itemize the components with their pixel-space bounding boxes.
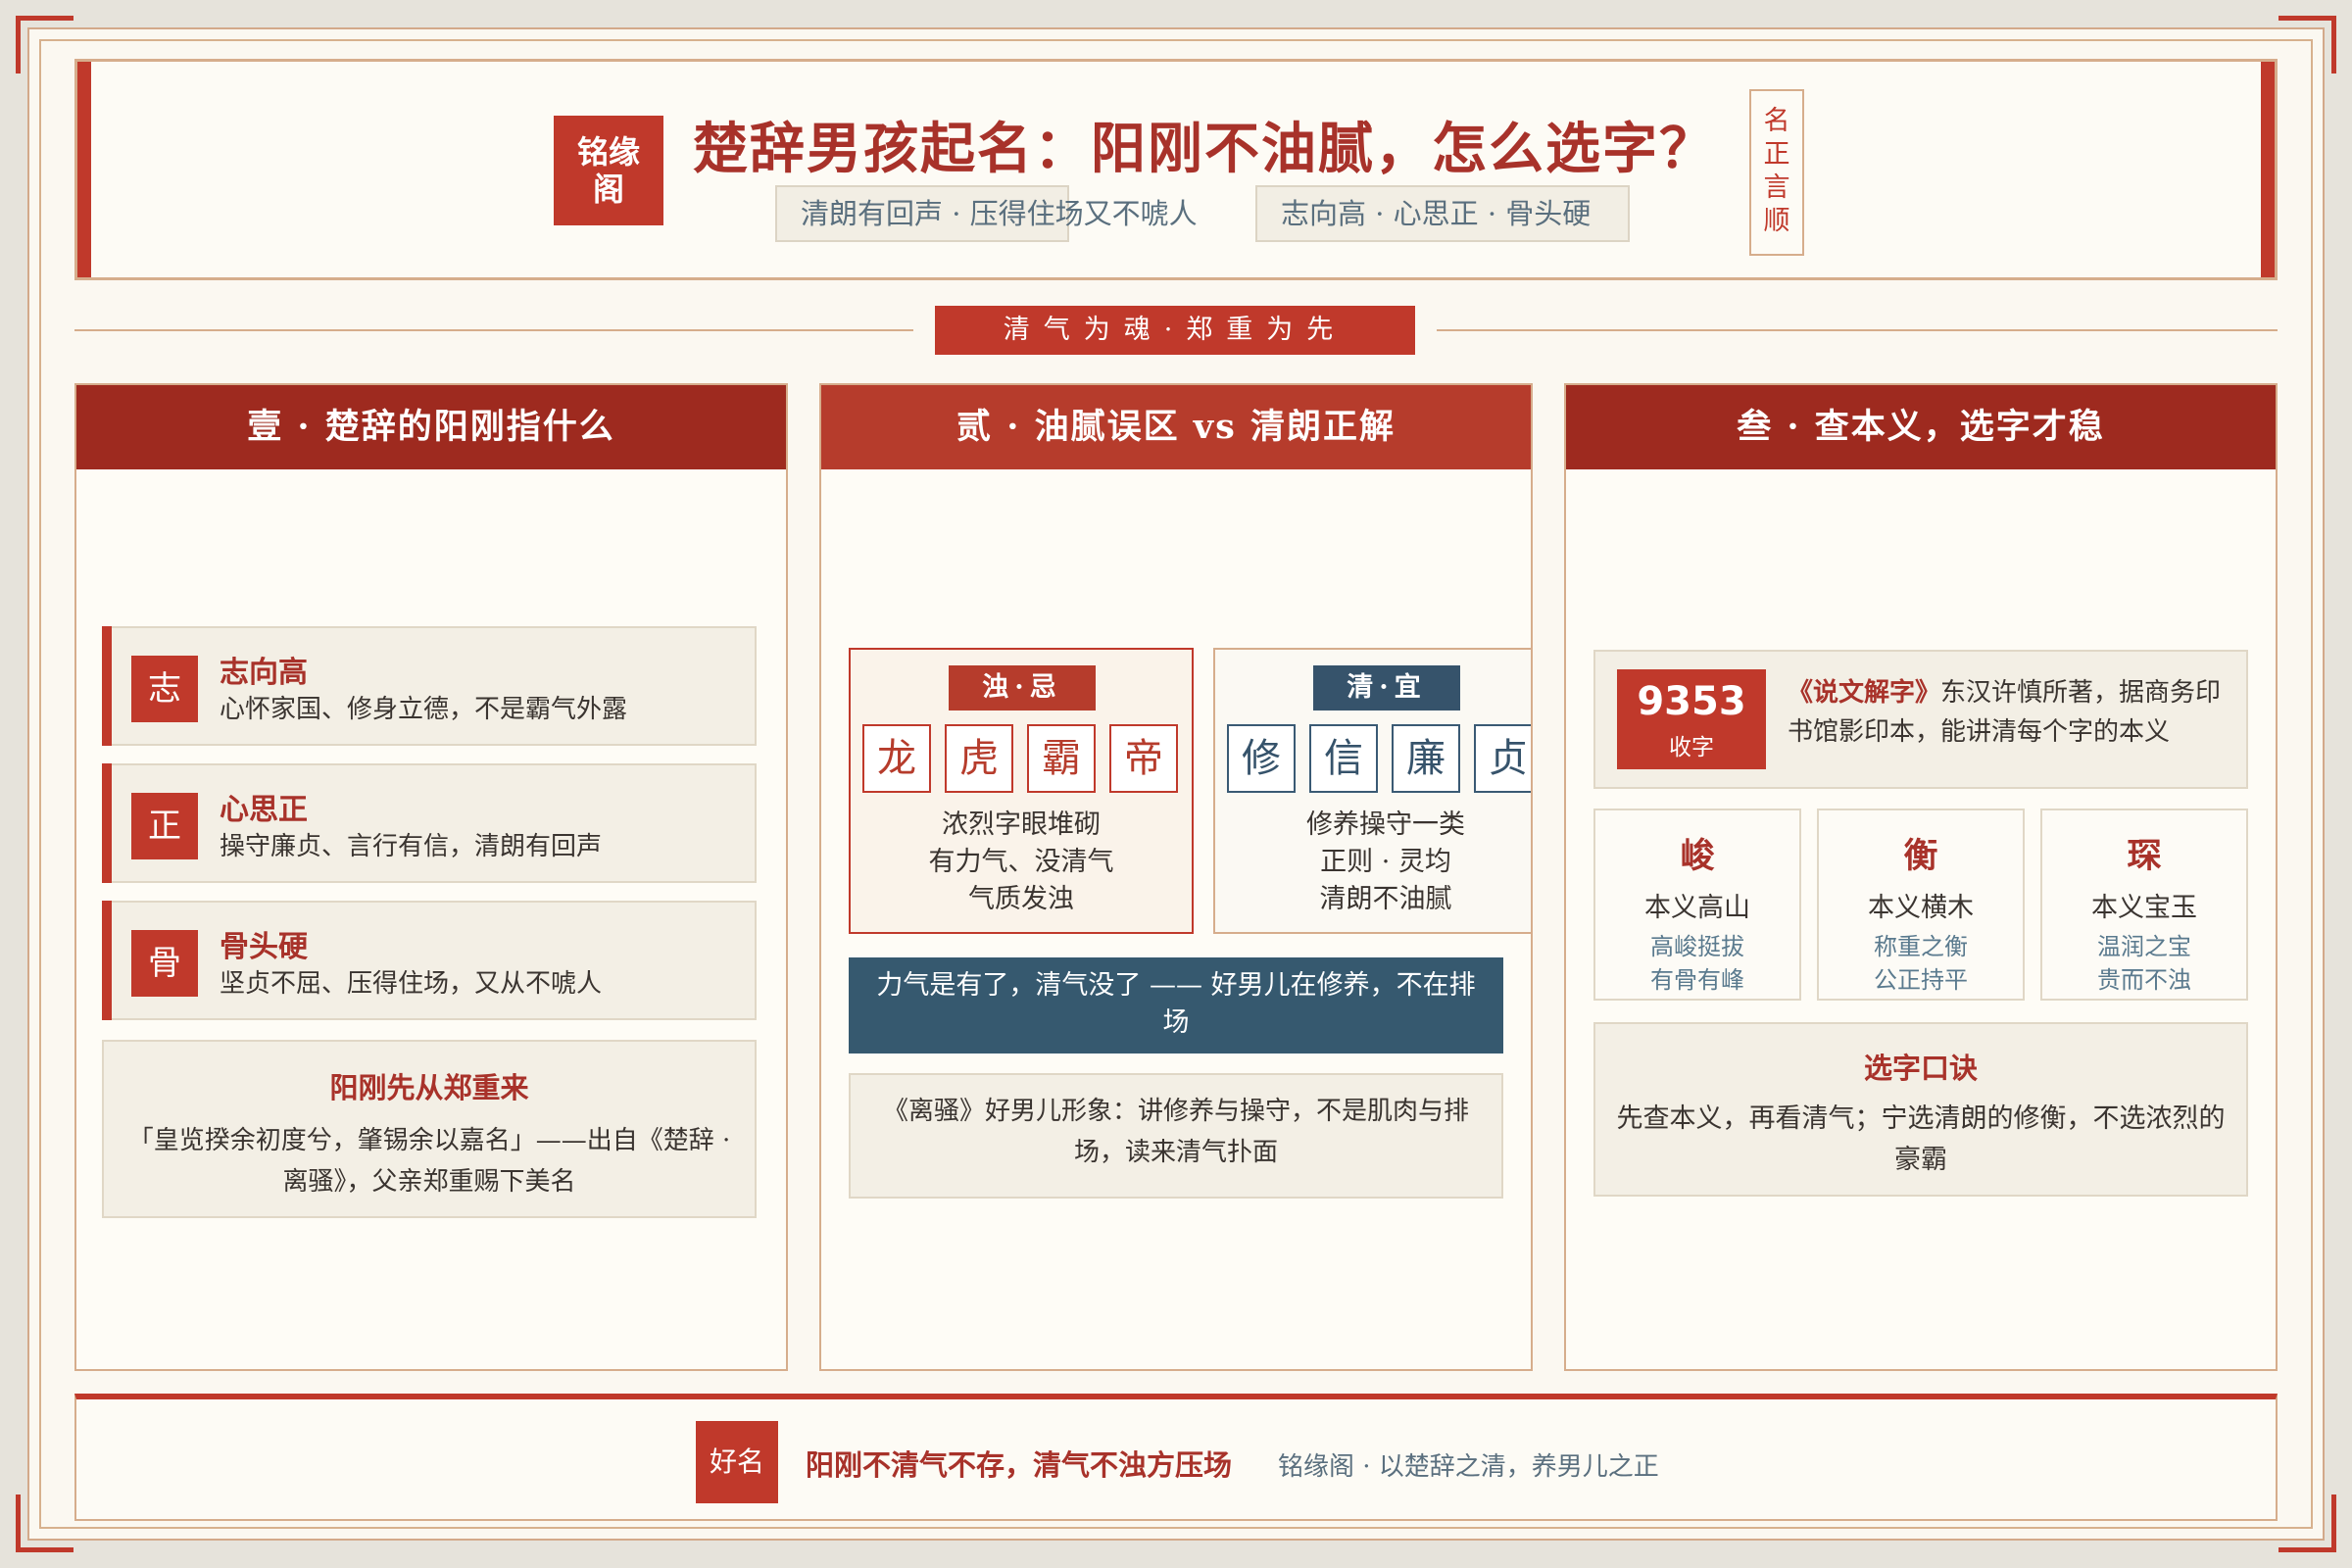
virtue-title: 志向高 xyxy=(220,656,308,690)
recommend-label: 清·宜 xyxy=(1313,665,1460,710)
header-accent-left xyxy=(77,62,91,277)
char-card-jun: 峻 本义高山 高峻挺拔 有骨有峰 xyxy=(1593,808,1801,1001)
char-note-line: 贵而不浊 xyxy=(2097,966,2191,994)
header-accent-right xyxy=(2261,62,2275,277)
avoid-chars: 龙 虎 霸 帝 xyxy=(862,724,1178,793)
motto-rule-left xyxy=(74,329,913,331)
mnemonic-text: 先查本义，再看清气；宁选清朗的修衡，不选浓烈的豪霸 xyxy=(1616,1103,2226,1175)
avoid-desc-line: 气质发浊 xyxy=(968,884,1074,914)
avoid-desc: 浓烈字眼堆砌 有力气、没清气 气质发浊 xyxy=(851,807,1192,918)
brand-logo: 铭缘阁 xyxy=(554,116,663,225)
stat-badge: 9353 收字 xyxy=(1617,669,1766,769)
book-title: 《说文解字》 xyxy=(1788,678,1941,708)
char-card-chen: 琛 本义宝玉 温润之宝 贵而不浊 xyxy=(2040,808,2248,1001)
tagline-1: 清朗有回声 · 压得住场又不唬人 xyxy=(775,185,1198,242)
quote-text: 「皇览揆余初度兮，肇锡余以嘉名」——出自《楚辞 · 离骚》，父亲郑重赐下美名 xyxy=(127,1126,731,1197)
char-card-heng: 衡 本义横木 称重之衡 公正持平 xyxy=(1817,808,2025,1001)
avoid-char: 帝 xyxy=(1109,724,1178,793)
char-meaning: 本义宝玉 xyxy=(2091,893,2197,923)
recommend-char: 贞 xyxy=(1474,724,1531,793)
virtue-char: 骨 xyxy=(131,930,198,997)
recommend-desc-line: 清朗不油腻 xyxy=(1319,884,1452,914)
shuowen-box: 9353 收字 《说文解字》东汉许慎所著，据商务印书馆影印本，能讲清每个字的本义 xyxy=(1593,650,2248,789)
lisao-note: 《离骚》好男儿形象：讲修养与操守，不是肌肉与排场，读来清气扑面 xyxy=(849,1073,1503,1199)
char: 琛 xyxy=(2127,836,2162,876)
virtue-title: 骨头硬 xyxy=(220,930,308,964)
seal-char: 名正言顺 xyxy=(1751,105,1802,238)
footer-signature: 铭缘阁 · 以楚辞之清，养男儿之正 xyxy=(1278,1452,1659,1482)
char-note-line: 温润之宝 xyxy=(2097,933,2191,960)
recommend-desc-line: 正则 · 灵均 xyxy=(1320,847,1451,877)
virtue-desc: 心怀家国、修身立德，不是霸气外露 xyxy=(220,695,628,724)
motto-banner: 清气为魂·郑重为先 xyxy=(935,306,1415,355)
avoid-char: 虎 xyxy=(945,724,1013,793)
panel-title: 壹 · 楚辞的阳刚指什么 xyxy=(76,385,786,469)
recommend-desc: 修养操守一类 正则 · 灵均 清朗不油腻 xyxy=(1215,807,1531,918)
seal-char-line: 顺 xyxy=(1763,206,1790,236)
avoid-card: 浊·忌 龙 虎 霸 帝 浓烈字眼堆砌 有力气、没清气 气质发浊 xyxy=(849,648,1194,934)
virtue-card-zheng: 正 心思正 操守廉贞、言行有信，清朗有回声 xyxy=(102,763,757,883)
avoid-desc-line: 浓烈字眼堆砌 xyxy=(942,809,1101,840)
virtue-accent-bar xyxy=(102,763,112,883)
shuowen-desc: 《说文解字》东汉许慎所著，据商务印书馆影印本，能讲清每个字的本义 xyxy=(1788,673,2229,752)
footer: 好名 阳刚不清气不存，清气不浊方压场 铭缘阁 · 以楚辞之清，养男儿之正 xyxy=(74,1394,2278,1521)
quote-title: 阳刚先从郑重来 xyxy=(329,1071,529,1104)
char-note-line: 公正持平 xyxy=(1874,966,1968,994)
mnemonic-title: 选字口诀 xyxy=(1863,1052,1978,1085)
stat-unit: 收字 xyxy=(1669,735,1714,760)
panel-origin-meaning: 叁 · 查本义，选字才稳 9353 收字 《说文解字》东汉许慎所著，据商务印书馆… xyxy=(1564,383,2278,1371)
virtue-desc: 操守廉贞、言行有信，清朗有回声 xyxy=(220,832,603,861)
char-note-line: 称重之衡 xyxy=(1874,933,1968,960)
panel-yang-gang: 壹 · 楚辞的阳刚指什么 志 志向高 心怀家国、修身立德，不是霸气外露 正 心思… xyxy=(74,383,788,1371)
virtue-desc: 坚贞不屈、压得住场，又从不唬人 xyxy=(220,969,603,999)
panel-misconception: 贰 · 油腻误区 vs 清朗正解 浊·忌 龙 虎 霸 帝 浓烈字眼堆砌 有力气、… xyxy=(819,383,1533,1371)
avoid-char: 霸 xyxy=(1027,724,1096,793)
mnemonic-box: 选字口诀 先查本义，再看清气；宁选清朗的修衡，不选浓烈的豪霸 xyxy=(1593,1022,2248,1197)
recommend-char: 修 xyxy=(1227,724,1296,793)
virtue-char: 正 xyxy=(131,793,198,859)
motto-rule-right xyxy=(1437,329,2278,331)
char: 峻 xyxy=(1680,836,1715,876)
virtue-card-zhi: 志 志向高 心怀家国、修身立德，不是霸气外露 xyxy=(102,626,757,746)
char: 衡 xyxy=(1903,836,1938,876)
panel-title: 叁 · 查本义，选字才稳 xyxy=(1566,385,2276,469)
page-title: 楚辞男孩起名：阳刚不油腻，怎么选字？ xyxy=(693,117,1716,181)
recommend-desc-line: 修养操守一类 xyxy=(1306,809,1465,840)
tagline-2: 志向高 · 心思正 · 骨头硬 xyxy=(1255,185,1630,242)
seal-stamp: 名正言顺 xyxy=(1749,89,1804,256)
brand-logo-text: 铭缘阁 xyxy=(576,133,640,208)
virtue-accent-bar xyxy=(102,901,112,1020)
recommend-char: 信 xyxy=(1309,724,1378,793)
seal-char-line: 正 xyxy=(1763,139,1790,170)
char-note-line: 高峻挺拔 xyxy=(1650,933,1744,960)
char-note: 温润之宝 贵而不浊 xyxy=(2042,930,2246,997)
stat-number: 9353 xyxy=(1637,679,1746,724)
avoid-char: 龙 xyxy=(862,724,931,793)
seal-char-line: 名 xyxy=(1763,106,1790,136)
recommend-card: 清·宜 修 信 廉 贞 修养操守一类 正则 · 灵均 清朗不油腻 xyxy=(1213,648,1531,934)
virtue-card-gu: 骨 骨头硬 坚贞不屈、压得住场，又从不唬人 xyxy=(102,901,757,1020)
char-note: 高峻挺拔 有骨有峰 xyxy=(1595,930,1799,997)
char-note: 称重之衡 公正持平 xyxy=(1819,930,2023,997)
recommend-char: 廉 xyxy=(1392,724,1460,793)
seal-char-line: 言 xyxy=(1763,172,1790,203)
char-note-line: 有骨有峰 xyxy=(1650,966,1744,994)
char-meaning: 本义高山 xyxy=(1644,893,1750,923)
footer-slogan: 阳刚不清气不存，清气不浊方压场 xyxy=(806,1448,1233,1482)
virtue-title: 心思正 xyxy=(220,793,308,827)
virtue-char: 志 xyxy=(131,656,198,722)
char-meaning: 本义横木 xyxy=(1868,893,1974,923)
virtue-accent-bar xyxy=(102,626,112,746)
quote-box: 阳刚先从郑重来 「皇览揆余初度兮，肇锡余以嘉名」——出自《楚辞 · 离骚》，父亲… xyxy=(102,1040,757,1218)
summary-banner: 力气是有了，清气没了 —— 好男儿在修养，不在排场 xyxy=(849,957,1503,1054)
header: 铭缘阁 楚辞男孩起名：阳刚不油腻，怎么选字？ 清朗有回声 · 压得住场又不唬人 … xyxy=(74,59,2278,280)
footer-badge: 好名 xyxy=(696,1421,778,1503)
panel-body: 浊·忌 龙 虎 霸 帝 浓烈字眼堆砌 有力气、没清气 气质发浊 清·宜 修 信 … xyxy=(821,385,1531,1369)
avoid-desc-line: 有力气、没清气 xyxy=(928,847,1114,877)
avoid-label: 浊·忌 xyxy=(949,665,1096,710)
recommend-chars: 修 信 廉 贞 xyxy=(1227,724,1531,793)
